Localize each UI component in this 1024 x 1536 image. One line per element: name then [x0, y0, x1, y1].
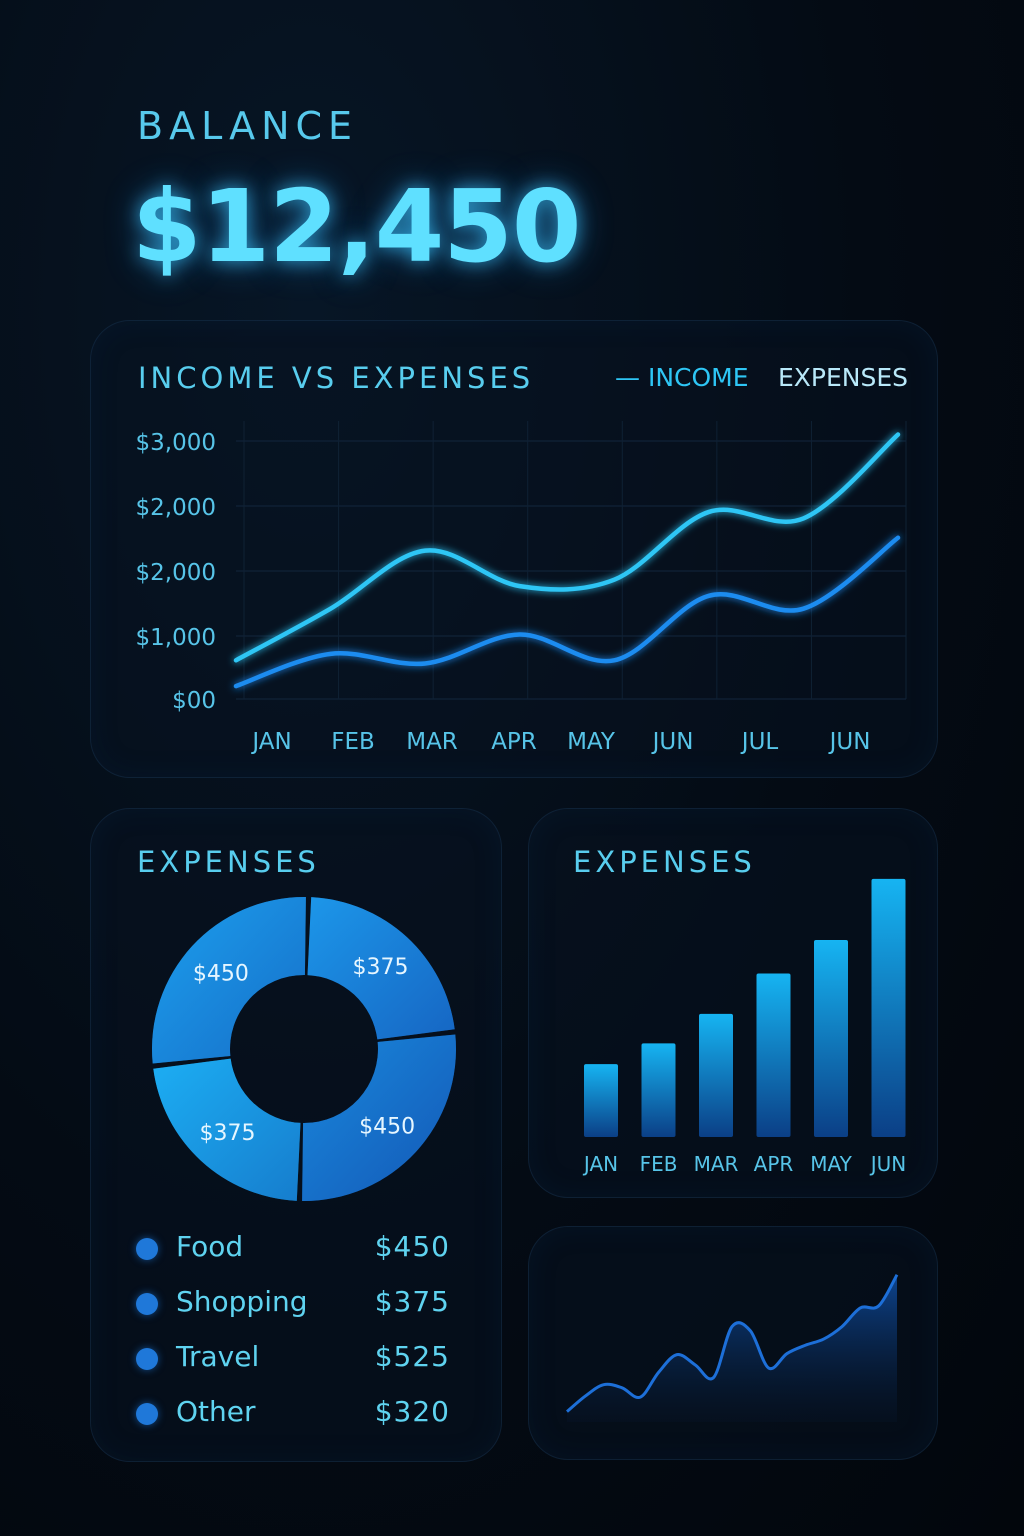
expense-row-travel[interactable]: Travel $525	[136, 1340, 466, 1380]
balance-value: $12,450	[132, 168, 581, 285]
bar-x-label: APR	[754, 1152, 794, 1176]
expenses-donut-chart: $375 $450 $375 $450	[152, 897, 457, 1201]
expense-name: Travel	[176, 1340, 260, 1373]
expense-name: Food	[176, 1230, 244, 1263]
area-fill	[567, 1274, 897, 1422]
y-tick-label: $00	[172, 688, 216, 714]
bar-x-label: MAY	[810, 1152, 852, 1176]
x-tick-label: MAY	[567, 729, 616, 755]
expense-name: Shopping	[176, 1285, 308, 1318]
y-tick-label: $1,000	[136, 625, 216, 651]
line-grid	[236, 421, 907, 700]
y-tick-label: $2,000	[136, 560, 216, 586]
bar-jun[interactable]	[871, 878, 906, 1137]
expense-amount: $450	[374, 1230, 450, 1263]
bar-x-label: MAR	[694, 1152, 739, 1176]
balance-label: BALANCE	[137, 104, 359, 148]
series-line-income	[233, 432, 901, 663]
expense-row-other[interactable]: Other $320	[136, 1395, 466, 1435]
expense-row-food[interactable]: Food $450	[136, 1230, 466, 1270]
shopping-dot-icon	[136, 1293, 158, 1315]
x-tick-label: JAN	[250, 729, 291, 755]
x-tick-label: JUL	[740, 729, 779, 755]
x-tick-label: FEB	[331, 729, 375, 755]
expense-amount: $320	[374, 1395, 450, 1428]
food-dot-icon	[136, 1238, 158, 1260]
expense-name: Other	[176, 1395, 256, 1428]
travel-dot-icon	[136, 1348, 158, 1370]
expense-row-shopping[interactable]: Shopping $375	[136, 1285, 466, 1325]
bar-feb[interactable]	[641, 1043, 676, 1137]
bar-may[interactable]	[814, 939, 848, 1137]
x-tick-label: MAR	[406, 729, 458, 755]
series-line-expenses	[233, 535, 901, 689]
expenses-bar-chart: JAN FEB MAR APR MAY JUN	[582, 878, 907, 1176]
income-vs-expenses-card: INCOME VS EXPENSES — INCOME EXPENSES $3,…	[90, 320, 938, 778]
y-tick-label: $2,000	[136, 495, 216, 521]
x-tick-label: JUN	[651, 729, 694, 755]
donut-slice-label: $450	[193, 961, 249, 986]
bar-mar[interactable]	[699, 1013, 733, 1137]
donut-slice-label: $375	[199, 1121, 255, 1146]
income-expenses-line-chart: $3,000 $2,000 $2,000 $1,000 $00 JAN FEB MAR APR M…	[136, 421, 907, 755]
x-tick-label: APR	[491, 729, 537, 755]
expense-amount: $375	[374, 1285, 450, 1318]
bar-jan[interactable]	[584, 1064, 618, 1137]
donut-slice-label: $375	[353, 955, 409, 980]
expense-amount: $525	[374, 1340, 450, 1373]
bar-apr[interactable]	[756, 973, 791, 1137]
bar-x-label: FEB	[640, 1152, 678, 1176]
y-tick-label: $3,000	[136, 430, 216, 456]
donut-slice-label: $450	[359, 1115, 415, 1140]
bar-x-label: JUN	[869, 1152, 907, 1176]
trend-area-card	[528, 1226, 938, 1460]
expenses-bar-card: EXPENSES JAN FEB MAR APR MAY JUN	[528, 808, 938, 1198]
trend-area-chart	[566, 1273, 899, 1422]
bar-x-label: JAN	[582, 1152, 618, 1176]
other-dot-icon	[136, 1403, 158, 1425]
x-tick-label: JUN	[828, 729, 871, 755]
